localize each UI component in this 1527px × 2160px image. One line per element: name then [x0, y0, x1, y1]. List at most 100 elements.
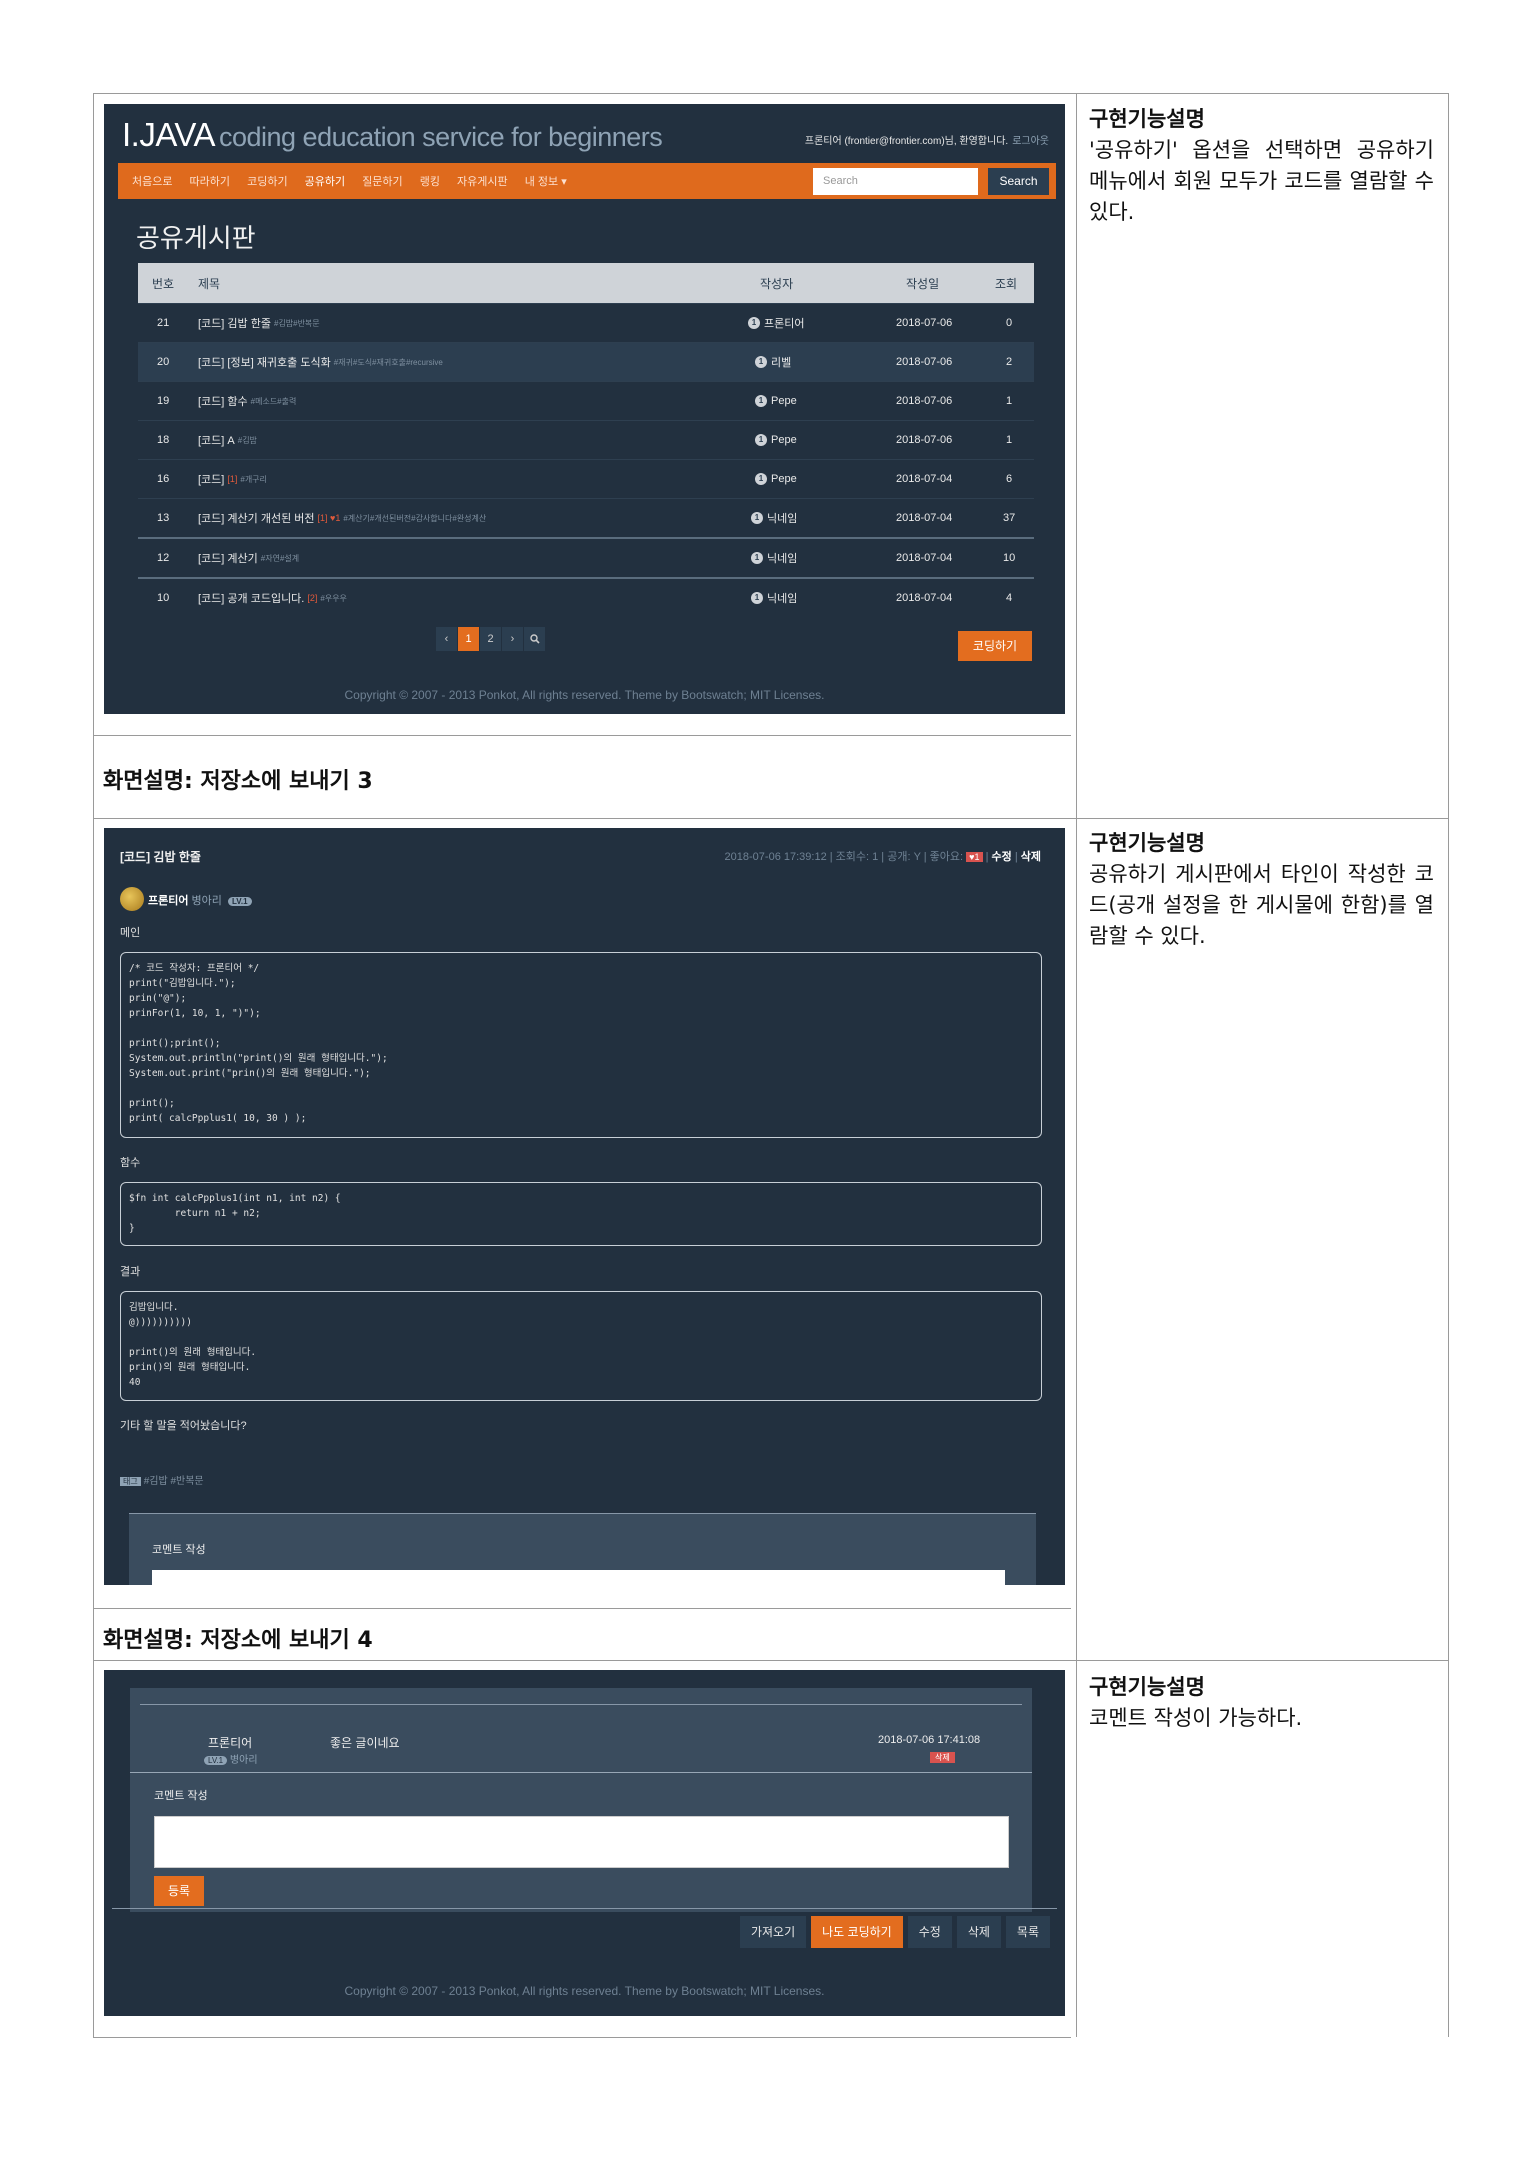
table-row[interactable]: 10 [코드] 공개 코드입니다. [2] #우우우 1 닉네임 2018-07-04… [138, 577, 1034, 617]
code-block-function: $fn int calcPpplus1(int n1, int n2) { re… [120, 1182, 1042, 1246]
edit-link[interactable]: 수정 [992, 851, 1012, 863]
description-text: 공유하기 게시판에서 타인이 작성한 코드(공개 설정을 한 게시물에 한함)를… [1089, 862, 1434, 948]
comment-textarea[interactable] [152, 1570, 1005, 1585]
edit-button[interactable]: 수정 [907, 1916, 952, 1948]
user-greeting: 프론티어 (frontier@frontier.com)님, 환영합니다. 로그아… [805, 132, 1049, 147]
tag-label: 태그 [120, 1477, 141, 1486]
table-row[interactable]: 21 [코드] 김밥 한줄 #김밥#반복문 1 프론티어 2018-07-06 0 [138, 303, 1034, 342]
row-views: 0 [1006, 317, 1013, 329]
brand-logo[interactable]: I.JAVA coding education service for begin… [122, 116, 663, 154]
row-author: 닉네임 [767, 513, 798, 525]
like-heart-icon[interactable]: ♥1 [966, 852, 983, 862]
table-row[interactable]: 19 [코드] 함수 #메소드#출력 1 Pepe 2018-07-06 1 [138, 381, 1034, 420]
row-title[interactable]: [코드] 김밥 한줄 [198, 315, 271, 331]
search-input[interactable]: Search [813, 168, 978, 195]
table-header: 번호 제목 작성자 작성일 조회 [138, 263, 1034, 303]
row-author: Pepe [771, 434, 797, 446]
comment-panel: 프론티어 LV.1 병아리 좋은 글이네요 2018-07-06 17:41:0… [130, 1688, 1032, 1912]
row-divider-4 [93, 1660, 1449, 1661]
comment-header: 코멘트 작성 [154, 1790, 208, 1802]
pagination: ‹ 1 2 › [436, 627, 546, 651]
submit-comment-button[interactable]: 등록 [154, 1876, 204, 1906]
write-code-button[interactable]: 코딩하기 [958, 631, 1032, 661]
table-row[interactable]: 20 [코드] [정보] 재귀호출 도식화 #재귀#도식#재귀호출#recursi… [138, 342, 1034, 381]
pagination-prev[interactable]: ‹ [436, 627, 457, 651]
row-title[interactable]: [코드] 공개 코드입니다. [198, 590, 304, 606]
list-button[interactable]: 목록 [1005, 1916, 1050, 1948]
level-badge-icon: 1 [755, 434, 767, 446]
pagination-page-1[interactable]: 1 [458, 627, 479, 651]
screenshot-share-board: I.JAVA coding education service for begin… [104, 104, 1065, 714]
description-text: '공유하기' 옵션을 선택하면 공유하기 메뉴에서 회원 모두가 코드를 열람할… [1089, 138, 1434, 224]
table-border-left [93, 93, 94, 2037]
row-tags: #김밥 [237, 435, 257, 445]
table-row[interactable]: 18 [코드] A #김밥 1 Pepe 2018-07-06 1 [138, 420, 1034, 459]
feature-description-3: 구현기능설명 코멘트 작성이 가능하다. [1089, 1672, 1434, 1734]
table-row[interactable]: 13 [코드] 계산기 개선된 버전 [1] ♥1 #계산기#개선된버전#감사합니다… [138, 498, 1034, 537]
table-row[interactable]: 16 [코드] [1] #개구리 1 Pepe 2018-07-04 6 [138, 459, 1034, 498]
row-divider-3 [93, 1608, 1071, 1609]
import-button[interactable]: 가져오기 [739, 1916, 807, 1948]
row-comment-count: [2] [307, 593, 318, 603]
post-tags: 태그 #김밥 #반복문 [120, 1472, 204, 1487]
nav-ranking[interactable]: 랭킹 [420, 176, 440, 188]
pagination-next[interactable]: › [502, 627, 523, 651]
table-row[interactable]: 12 [코드] 계산기 #자연#설계 1 닉네임 2018-07-04 10 [138, 537, 1034, 577]
author-name[interactable]: 프론티어 [148, 895, 188, 907]
brand-name: I.JAVA [122, 116, 215, 153]
description-title: 구현기능설명 [1089, 107, 1205, 131]
delete-link[interactable]: 삭제 [1021, 851, 1041, 863]
row-date: 2018-07-06 [896, 317, 953, 329]
row-title[interactable]: [코드] 계산기 개선된 버전 [198, 510, 314, 526]
nav-share[interactable]: 공유하기 [305, 176, 345, 188]
pagination-page-2[interactable]: 2 [480, 627, 501, 651]
row-tags: #김밥#반복문 [273, 318, 320, 328]
user-welcome: 프론티어 (frontier@frontier.com)님, 환영합니다. [804, 136, 1009, 147]
divider [130, 1772, 1032, 1773]
tag-list[interactable]: #김밥 #반복문 [144, 1476, 204, 1487]
comment-author[interactable]: 프론티어 [208, 1734, 252, 1751]
nav-question[interactable]: 질문하기 [362, 176, 402, 188]
nav-follow[interactable]: 따라하기 [190, 176, 230, 188]
level-badge-icon: 1 [755, 473, 767, 485]
nav-items: 처음으로 따라하기 코딩하기 공유하기 질문하기 랭킹 자유게시판 내 정보 ▾ [132, 173, 581, 189]
post-action-buttons: 가져오기 나도 코딩하기 수정 삭제 목록 [735, 1916, 1050, 1948]
me-too-coding-button[interactable]: 나도 코딩하기 [811, 1916, 903, 1948]
logout-link[interactable]: 로그아웃 [1012, 136, 1049, 147]
board-table: 번호 제목 작성자 작성일 조회 21 [코드] 김밥 한줄 #김밥#반복문 1프… [138, 263, 1034, 617]
comment-delete-button[interactable]: 삭제 [930, 1752, 955, 1763]
row-title[interactable]: [코드] [정보] 재귀호출 도식화 [198, 354, 331, 370]
search-icon[interactable] [524, 627, 545, 651]
post-meta: 2018-07-06 17:39:12 | 조회수: 1 | 공개: Y | 좋… [724, 851, 1041, 863]
nav-free-board[interactable]: 자유게시판 [457, 176, 508, 188]
row-title[interactable]: [코드] 함수 [198, 393, 248, 409]
comment-text: 좋은 글이네요 [330, 1736, 400, 1750]
avatar [120, 887, 144, 911]
row-author: 닉네임 [767, 593, 798, 605]
row-number: 16 [157, 473, 170, 485]
delete-button[interactable]: 삭제 [956, 1916, 1001, 1948]
description-title: 구현기능설명 [1089, 1675, 1205, 1699]
comment-textarea[interactable] [154, 1816, 1009, 1868]
row-title[interactable]: [코드] A [198, 432, 235, 448]
row-views: 10 [1003, 552, 1016, 564]
column-header-no: 번호 [152, 276, 175, 291]
screenshot-comments: 프론티어 LV.1 병아리 좋은 글이네요 2018-07-06 17:41:0… [104, 1670, 1065, 2016]
nav-my-info[interactable]: 내 정보 ▾ [525, 176, 567, 188]
level-badge-icon: 1 [751, 512, 763, 524]
row-number: 18 [157, 434, 170, 446]
row-views: 4 [1006, 592, 1013, 604]
row-date: 2018-07-04 [896, 592, 953, 604]
row-author: Pepe [771, 395, 797, 407]
footer-copyright: Copyright © 2007 - 2013 Ponkot, All righ… [344, 1984, 825, 1998]
search-button[interactable]: Search [988, 168, 1049, 195]
divider [140, 1704, 1022, 1705]
row-title[interactable]: [코드] 계산기 [198, 550, 258, 566]
column-header-author: 작성자 [760, 276, 794, 291]
row-title[interactable]: [코드] [198, 471, 224, 487]
comment-header: 코멘트 작성 [152, 1544, 206, 1556]
row-author: Pepe [771, 473, 797, 485]
nav-home[interactable]: 처음으로 [132, 176, 172, 188]
nav-coding[interactable]: 코딩하기 [247, 176, 287, 188]
row-number: 10 [157, 592, 170, 604]
